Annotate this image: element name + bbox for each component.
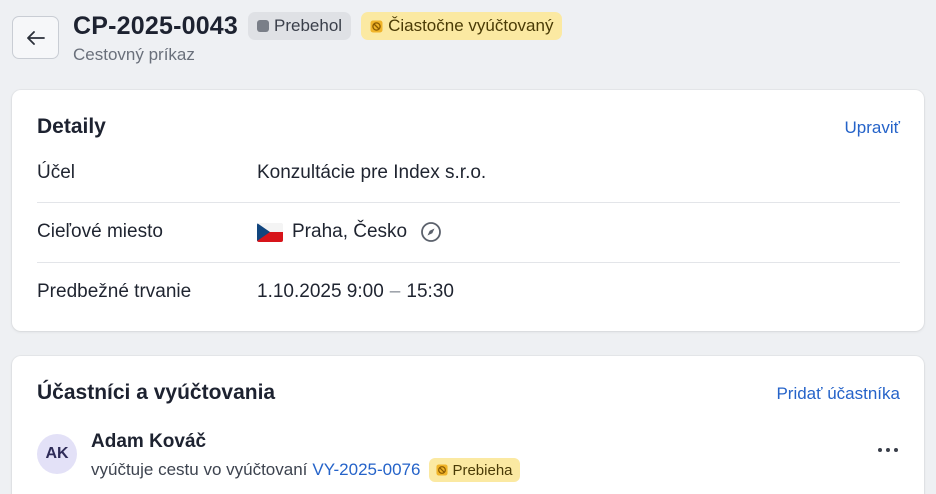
details-card: Detaily Upraviť Účel Konzultácie pre Ind… (12, 90, 924, 331)
compass-icon[interactable] (420, 221, 442, 243)
back-button[interactable] (12, 16, 59, 59)
detail-value-destination: Praha, Česko (257, 221, 442, 243)
page-title: CP-2025-0043 (73, 11, 239, 40)
more-horizontal-icon[interactable] (878, 448, 898, 452)
participant-description-text: vyúčtuje cestu vo vyúčtovaní (91, 460, 308, 479)
status-badge-label: Prebehol (274, 16, 343, 35)
billing-status-badge: Čiastočne vyúčtovaný (361, 12, 563, 40)
page-header: CP-2025-0043 Prebehol Čiastočne vyúčtova… (12, 12, 924, 72)
add-participant-link[interactable]: Pridať účastníka (776, 384, 900, 404)
duration-separator: – (389, 281, 401, 302)
settlement-link[interactable]: VY-2025-0076 (312, 460, 420, 480)
detail-value-duration: 1.10.2025 9:00 – 15:30 (257, 281, 454, 303)
detail-label: Predbežné trvanie (37, 281, 192, 302)
participant-name: Adam Kováč (91, 431, 207, 452)
duration-start: 1.10.2025 9:00 (257, 281, 384, 302)
detail-value: Konzultácie pre Index s.r.o. (257, 162, 487, 183)
arrow-left-icon (26, 30, 45, 45)
detail-label: Cieľové miesto (37, 221, 163, 242)
participant-description: vyúčtuje cestu vo vyúčtovaní VY-2025-007… (91, 458, 520, 482)
avatar: AK (37, 434, 77, 474)
destination-text: Praha, Česko (292, 221, 408, 242)
detail-row-purpose: Účel Konzultácie pre Index s.r.o. (37, 143, 900, 203)
edit-link[interactable]: Upraviť (845, 118, 901, 138)
detail-label: Účel (37, 162, 76, 183)
billing-badge-label: Čiastočne vyúčtovaný (388, 16, 554, 35)
cz-flag-icon (257, 222, 283, 242)
detail-row-duration: Predbežné trvanie 1.10.2025 9:00 – 15:30 (37, 262, 900, 322)
status-badge: Prebehol (248, 12, 352, 40)
no-entry-icon (370, 20, 383, 32)
duration-end: 15:30 (406, 281, 454, 302)
details-title: Detaily (37, 115, 106, 138)
page-subtitle: Cestovný príkaz (73, 45, 195, 64)
participants-card: Účastníci a vyúčtovania Pridať účastníka… (12, 356, 924, 494)
participants-title: Účastníci a vyúčtovania (37, 381, 276, 404)
detail-row-destination: Cieľové miesto Praha, Česko (37, 202, 900, 262)
settlement-status-badge: Prebieha (429, 458, 520, 482)
no-entry-icon (436, 464, 449, 476)
status-dot-icon (257, 20, 270, 32)
settlement-badge-label: Prebieha (452, 461, 513, 479)
